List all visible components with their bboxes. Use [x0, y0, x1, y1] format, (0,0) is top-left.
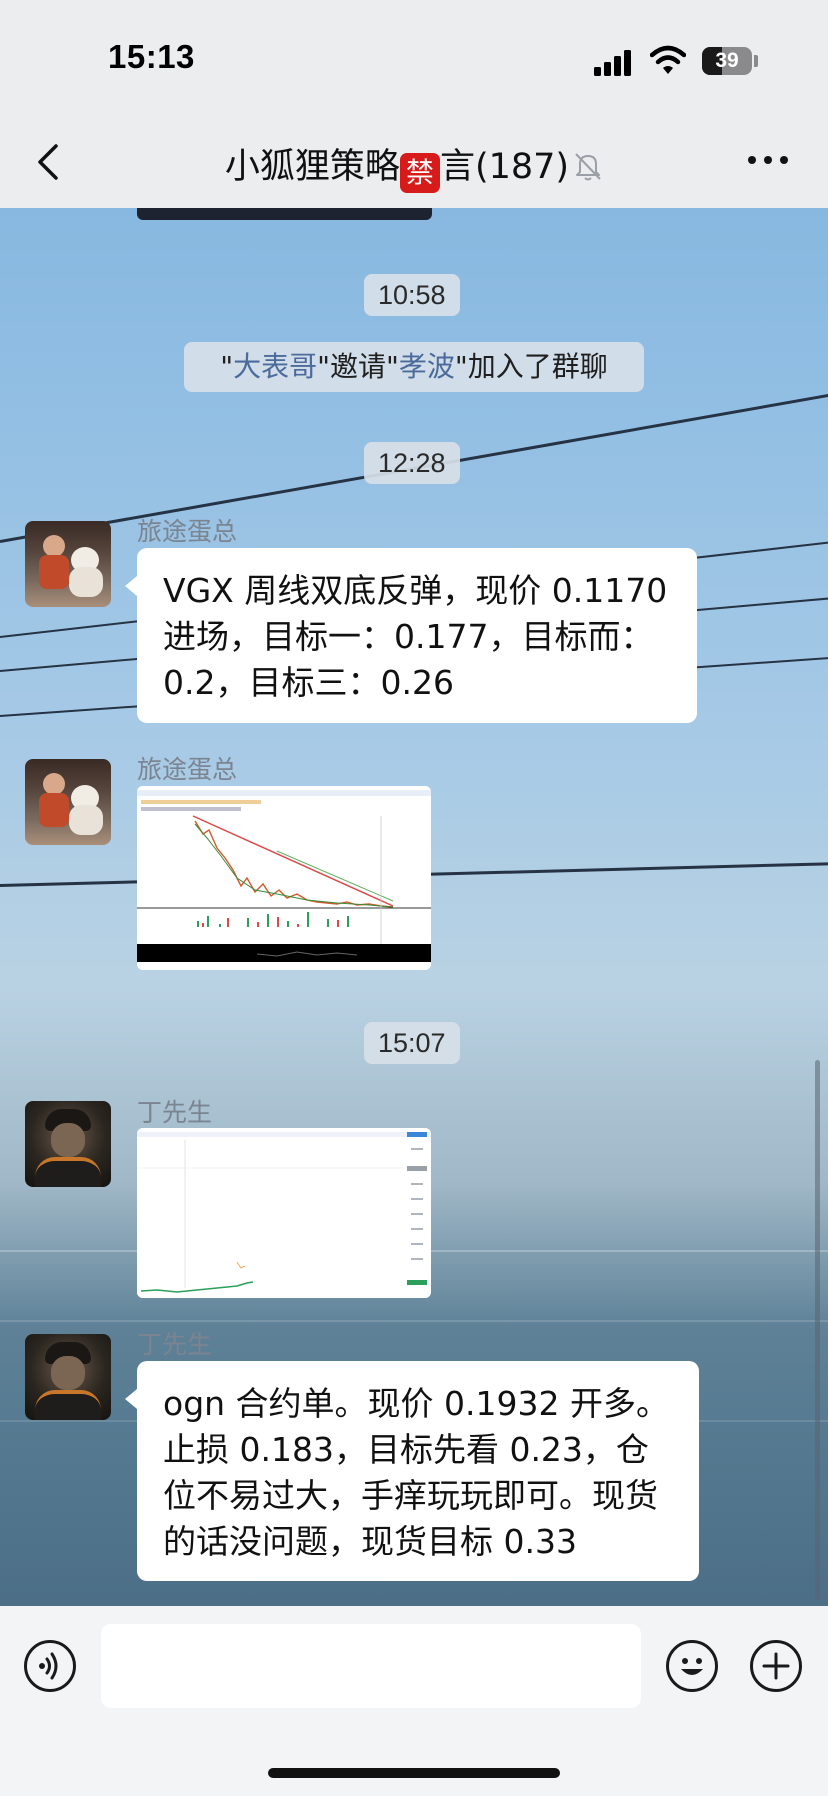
voice-icon: [39, 1652, 58, 1680]
timestamp: 10:58: [364, 274, 460, 316]
sender-name: 丁先生: [137, 1098, 213, 1127]
sender-name: 旅途蛋总: [137, 755, 238, 784]
chat-title[interactable]: 小狐狸策略禁言(187): [0, 138, 828, 193]
cellular-signal-icon: [594, 50, 634, 76]
sender-name: 丁先生: [137, 1330, 213, 1359]
status-time: 15:13: [108, 38, 195, 75]
voice-input-button[interactable]: [24, 1640, 76, 1692]
avatar[interactable]: [25, 521, 111, 607]
chart-screenshot-image[interactable]: [137, 1128, 431, 1298]
inviter-name[interactable]: 大表哥: [233, 350, 317, 383]
message-text: VGX 周线双底反弹，现价 0.1170 进场，目标一：0.177，目标而：0.…: [163, 571, 668, 702]
emoji-icon: [681, 1658, 703, 1675]
sea-glint: [0, 1320, 828, 1322]
message-text: ogn 合约单。现价 0.1932 开多。止损 0.183，目标先看 0.23，…: [163, 1384, 669, 1561]
battery-percent: 39: [715, 49, 739, 72]
message-bubble[interactable]: ogn 合约单。现价 0.1932 开多。止损 0.183，目标先看 0.23，…: [125, 1361, 699, 1581]
avatar[interactable]: [25, 1334, 111, 1420]
add-button[interactable]: [750, 1640, 802, 1692]
chart-thumbnail: [137, 786, 431, 970]
timestamp: 15:07: [364, 1022, 460, 1064]
chat-title-suffix: 言(187): [439, 147, 570, 187]
system-message: "大表哥"邀请"孝波"加入了群聊: [184, 342, 644, 392]
more-options-icon[interactable]: [746, 150, 790, 170]
wifi-icon: [650, 45, 686, 74]
chart-thumbnail: [137, 1128, 431, 1298]
home-indicator: [268, 1768, 560, 1778]
battery-cap: [754, 55, 758, 67]
chat-screen: 15:13 39 小狐狸策略禁言(187) 10:58 "大表哥"邀请"孝波"加…: [0, 0, 828, 1796]
input-bar: [0, 1606, 828, 1796]
system-text: "邀请": [317, 350, 399, 383]
message-input[interactable]: [101, 1624, 641, 1708]
avatar[interactable]: [25, 759, 111, 845]
avatar[interactable]: [25, 1101, 111, 1187]
sender-name: 旅途蛋总: [137, 517, 238, 546]
system-text: ": [220, 350, 234, 383]
scrollbar[interactable]: [815, 1060, 820, 1600]
mute-bell-icon: [575, 153, 601, 181]
system-text: "加入了群聊: [454, 350, 608, 383]
battery-icon: 39: [702, 47, 752, 75]
plus-icon: [762, 1652, 790, 1680]
status-bar: 15:13 39: [0, 0, 828, 118]
chat-title-text: 小狐狸策略: [224, 147, 400, 187]
chat-header: 小狐狸策略禁言(187): [0, 118, 828, 208]
emoji-button[interactable]: [666, 1640, 718, 1692]
message-bubble[interactable]: VGX 周线双底反弹，现价 0.1170 进场，目标一：0.177，目标而：0.…: [125, 548, 697, 723]
chart-screenshot-image[interactable]: [137, 786, 431, 970]
previous-message-edge: [137, 208, 432, 220]
ban-emoji: 禁: [399, 153, 440, 193]
timestamp: 12:28: [364, 442, 460, 484]
invitee-name[interactable]: 孝波: [399, 350, 455, 383]
